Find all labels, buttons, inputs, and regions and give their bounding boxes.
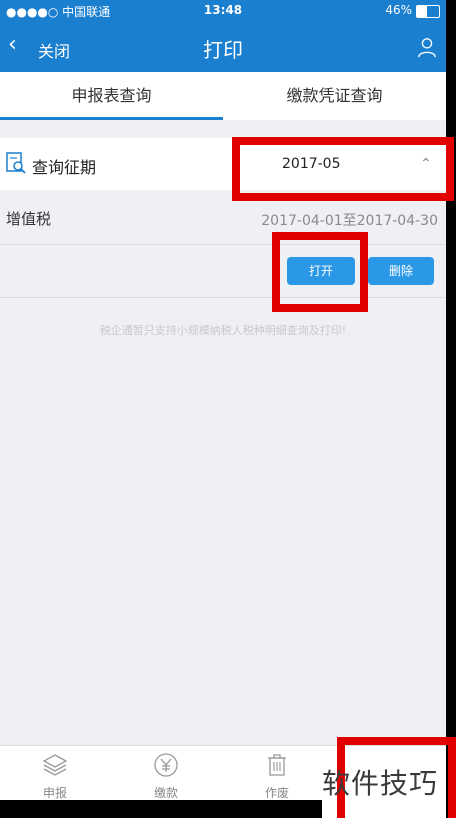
tax-period-range: 2017-04-01至2017-04-30 (261, 213, 438, 229)
battery-icon (416, 5, 440, 18)
battery-percent: 46% (385, 3, 412, 17)
delete-button[interactable]: 删除 (368, 257, 434, 285)
tab-declaration-query[interactable]: 申报表查询 (0, 72, 223, 120)
bottom-black-band (0, 800, 322, 818)
bottom-tab-declare[interactable]: 申报 (0, 752, 110, 801)
status-time: 13:48 (203, 3, 243, 17)
info-note: 税企通暂只支持小规模纳税人税种明细查询及打印! (99, 324, 347, 337)
record-actions: 打开 删除 (0, 245, 446, 298)
tab-payment-voucher-query[interactable]: 缴款凭证查询 (223, 72, 446, 120)
trash-icon (268, 754, 286, 776)
bottom-tab-label: 作废 (264, 786, 289, 800)
highlight-box-open (272, 232, 368, 312)
watermark-text: 软件技巧 (322, 767, 439, 800)
nav-bar: ‹ 关闭 打印 (0, 22, 446, 72)
document-search-icon (6, 152, 26, 174)
user-icon[interactable] (416, 36, 438, 58)
page-title: 打印 (203, 38, 243, 62)
bottom-tab-void[interactable]: 作废 (222, 752, 332, 801)
app-screen: ●●●●○ 中国联通 13:48 46% ‹ 关闭 打印 申报表查询 缴款凭证查… (0, 0, 446, 818)
yen-icon (154, 753, 178, 777)
status-bar: ●●●●○ 中国联通 13:48 46% (0, 0, 446, 22)
bottom-tab-label: 申报 (42, 786, 67, 800)
bottom-tab-payment[interactable]: 缴款 (111, 752, 221, 801)
bottom-tab-label: 缴款 (153, 786, 178, 800)
layers-icon (42, 754, 68, 776)
query-period-label: 查询征期 (32, 158, 97, 177)
highlight-box-period (232, 137, 454, 201)
tab-bar: 申报表查询 缴款凭证查询 (0, 72, 446, 120)
tax-name: 增值税 (6, 210, 52, 228)
